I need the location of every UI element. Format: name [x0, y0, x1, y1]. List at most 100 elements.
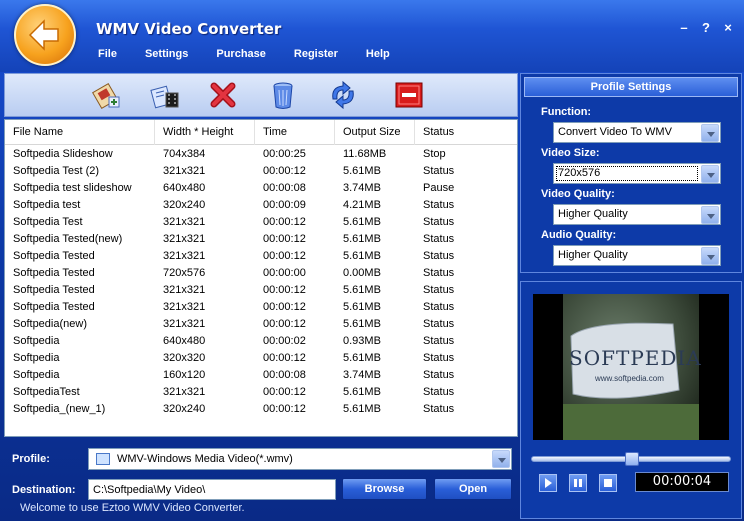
open-button[interactable]: Open	[434, 478, 512, 500]
stop-icon[interactable]	[393, 79, 425, 111]
row-file-name: SoftpediaTest	[13, 386, 80, 398]
video-size-label: Video Size:	[541, 147, 600, 159]
minimize-button[interactable]: –	[678, 20, 690, 35]
row-status: Status	[423, 267, 455, 279]
row-output-size: 0.93MB	[343, 335, 381, 347]
table-row[interactable]: Softpedia Tested 321x321 00:00:12 5.61MB Sta…	[5, 282, 517, 299]
row-dimensions: 640x480	[163, 182, 206, 194]
row-time: 00:00:12	[263, 403, 306, 415]
col-dimensions[interactable]: Width * Height	[155, 120, 255, 145]
row-output-size: 5.61MB	[343, 165, 381, 177]
table-row[interactable]: Softpedia_(new_1) 320x240 00:00:12 5.61MB St…	[5, 401, 517, 418]
function-select[interactable]: Convert Video To WMV	[553, 122, 721, 143]
menu-help[interactable]: Help	[366, 48, 390, 60]
window-controls: – ? ×	[678, 20, 734, 35]
table-row[interactable]: Softpedia Test 321x321 00:00:12 5.61MB Statu…	[5, 214, 517, 231]
row-output-size: 5.61MB	[343, 403, 381, 415]
play-icon	[545, 478, 552, 488]
destination-label: Destination:	[12, 484, 76, 496]
convert-icon[interactable]	[327, 79, 359, 111]
profile-settings-panel: Profile Settings Function: Convert Video…	[520, 73, 742, 273]
audio-quality-select[interactable]: Higher Quality	[553, 245, 721, 266]
col-file-name[interactable]: File Name	[5, 120, 155, 145]
row-file-name: Softpedia Tested	[13, 301, 95, 313]
table-row[interactable]: Softpedia Tested 321x321 00:00:12 5.61MB Sta…	[5, 299, 517, 316]
preview-panel: SOFTPEDIA www.softpedia.com 00:00:04	[520, 281, 742, 519]
table-row[interactable]: SoftpediaTest 321x321 00:00:12 5.61MB Status	[5, 384, 517, 401]
menu-file[interactable]: File	[98, 48, 117, 60]
table-row[interactable]: Softpedia Test (2) 321x321 00:00:12 5.61MB S…	[5, 163, 517, 180]
app-title: WMV Video Converter	[96, 20, 282, 38]
video-size-select[interactable]: 720x576	[553, 163, 721, 184]
row-dimensions: 320x240	[163, 403, 206, 415]
table-row[interactable]: Softpedia Tested 321x321 00:00:12 5.61MB Sta…	[5, 248, 517, 265]
row-time: 00:00:12	[263, 301, 306, 313]
table-row[interactable]: Softpedia(new) 321x321 00:00:12 5.61MB Statu…	[5, 316, 517, 333]
chevron-down-icon[interactable]	[701, 247, 719, 265]
row-output-size: 5.61MB	[343, 250, 381, 262]
chevron-down-icon[interactable]	[701, 206, 719, 224]
row-time: 00:00:12	[263, 352, 306, 364]
chevron-down-icon[interactable]	[492, 450, 510, 468]
chevron-down-icon[interactable]	[701, 124, 719, 142]
browse-button[interactable]: Browse	[342, 478, 427, 500]
col-output-size[interactable]: Output Size	[335, 120, 415, 145]
stop-button[interactable]	[599, 474, 617, 492]
pause-icon	[574, 479, 582, 487]
function-label: Function:	[541, 106, 592, 118]
row-output-size: 3.74MB	[343, 182, 381, 194]
add-folder-icon[interactable]	[149, 79, 181, 111]
row-status: Status	[423, 199, 455, 211]
play-button[interactable]	[539, 474, 557, 492]
help-button[interactable]: ?	[700, 20, 712, 35]
row-status: Stop	[423, 148, 446, 160]
table-row[interactable]: Softpedia 320x320 00:00:12 5.61MB Status	[5, 350, 517, 367]
clear-icon[interactable]	[267, 79, 299, 111]
table-row[interactable]: Softpedia Tested 720x576 00:00:00 0.00MB Sta…	[5, 265, 517, 282]
toolbar	[4, 73, 518, 117]
menu-purchase[interactable]: Purchase	[216, 48, 266, 60]
col-time[interactable]: Time	[255, 120, 335, 145]
chevron-down-icon[interactable]	[701, 165, 719, 183]
file-list[interactable]: File Name Width * Height Time Output Siz…	[4, 119, 518, 437]
app-logo-icon	[14, 4, 76, 66]
row-status: Status	[423, 352, 455, 364]
table-row[interactable]: Softpedia Tested(new) 321x321 00:00:12 5.61…	[5, 231, 517, 248]
table-row[interactable]: Softpedia test slideshow 640x480 00:00:08 3…	[5, 180, 517, 197]
destination-input[interactable]	[88, 479, 336, 500]
row-output-size: 11.68MB	[343, 148, 387, 160]
table-row[interactable]: Softpedia test 320x240 00:00:09 4.21MB Statu…	[5, 197, 517, 214]
menu-register[interactable]: Register	[294, 48, 338, 60]
remove-icon[interactable]	[207, 79, 239, 111]
row-file-name: Softpedia	[13, 369, 60, 381]
table-row[interactable]: Softpedia Slideshow 704x384 00:00:25 11.68M…	[5, 146, 517, 163]
app-window: WMV Video Converter – ? × File Settings …	[0, 0, 744, 521]
row-time: 00:00:12	[263, 386, 306, 398]
pause-button[interactable]	[569, 474, 587, 492]
col-status[interactable]: Status	[415, 120, 517, 145]
row-file-name: Softpedia	[13, 335, 60, 347]
row-file-name: Softpedia(new)	[13, 318, 87, 330]
video-quality-value: Higher Quality	[558, 208, 628, 220]
menu-settings[interactable]: Settings	[145, 48, 188, 60]
status-text: Welcome to use Eztoo WMV Video Converter…	[20, 502, 245, 514]
row-dimensions: 321x321	[163, 301, 206, 313]
row-output-size: 5.61MB	[343, 216, 381, 228]
seek-thumb[interactable]	[625, 452, 639, 466]
row-dimensions: 720x576	[163, 267, 206, 279]
profile-select[interactable]: WMV-Windows Media Video(*.wmv)	[88, 448, 512, 470]
row-status: Status	[423, 284, 455, 296]
row-status: Status	[423, 250, 455, 262]
media-file-icon	[96, 453, 110, 465]
row-time: 00:00:12	[263, 216, 306, 228]
table-row[interactable]: Softpedia 640x480 00:00:02 0.93MB Status	[5, 333, 517, 350]
profile-label: Profile:	[12, 453, 50, 465]
video-quality-select[interactable]: Higher Quality	[553, 204, 721, 225]
row-dimensions: 321x321	[163, 284, 206, 296]
table-row[interactable]: Softpedia 160x120 00:00:08 3.74MB Status	[5, 367, 517, 384]
close-button[interactable]: ×	[722, 20, 734, 35]
seek-bar[interactable]	[531, 452, 731, 466]
add-file-icon[interactable]	[91, 79, 123, 111]
row-file-name: Softpedia Test	[13, 216, 83, 228]
row-output-size: 4.21MB	[343, 199, 381, 211]
